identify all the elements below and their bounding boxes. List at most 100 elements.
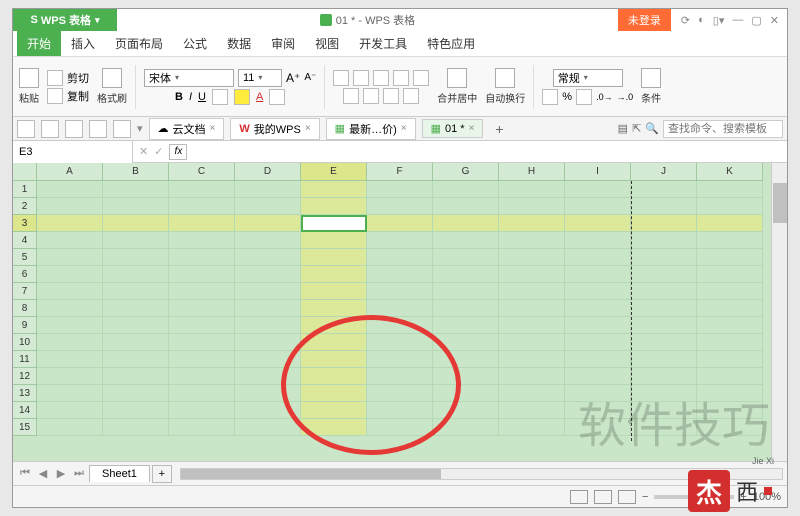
cell-F15[interactable] xyxy=(367,419,433,436)
cell-E4[interactable] xyxy=(301,232,367,249)
cell-J7[interactable] xyxy=(631,283,697,300)
login-button[interactable]: 未登录 xyxy=(618,9,671,31)
cell-D6[interactable] xyxy=(235,266,301,283)
cell-I11[interactable] xyxy=(565,351,631,368)
cell-G12[interactable] xyxy=(433,368,499,385)
row-header-13[interactable]: 13 xyxy=(13,385,37,402)
cell-H8[interactable] xyxy=(499,300,565,317)
cell-E14[interactable] xyxy=(301,402,367,419)
increase-font-button[interactable]: A⁺ xyxy=(286,71,300,85)
cell-F9[interactable] xyxy=(367,317,433,334)
col-header-B[interactable]: B xyxy=(103,163,169,181)
cell-D9[interactable] xyxy=(235,317,301,334)
cell-F5[interactable] xyxy=(367,249,433,266)
cell-C12[interactable] xyxy=(169,368,235,385)
doc-tab-current[interactable]: ▦01 *× xyxy=(422,119,484,138)
tab-insert[interactable]: 插入 xyxy=(61,31,105,56)
cell-D2[interactable] xyxy=(235,198,301,215)
help-dropdown-icon[interactable]: ▯▾ xyxy=(713,14,725,27)
accept-formula-button[interactable]: ✓ xyxy=(154,145,163,158)
cell-K15[interactable] xyxy=(697,419,763,436)
qat-overflow-icon[interactable]: ▾ xyxy=(137,122,143,135)
cell-K11[interactable] xyxy=(697,351,763,368)
cell-K5[interactable] xyxy=(697,249,763,266)
cell-B4[interactable] xyxy=(103,232,169,249)
cell-F4[interactable] xyxy=(367,232,433,249)
cell-E6[interactable] xyxy=(301,266,367,283)
cell-I9[interactable] xyxy=(565,317,631,334)
align-left-button[interactable] xyxy=(343,88,359,104)
cell-F13[interactable] xyxy=(367,385,433,402)
cell-K1[interactable] xyxy=(697,181,763,198)
cell-A13[interactable] xyxy=(37,385,103,402)
cell-G7[interactable] xyxy=(433,283,499,300)
cell-D4[interactable] xyxy=(235,232,301,249)
font-name-select[interactable]: 宋体▾ xyxy=(144,69,234,87)
cell-J9[interactable] xyxy=(631,317,697,334)
cell-H13[interactable] xyxy=(499,385,565,402)
sheet-nav-last[interactable]: ⏭ xyxy=(71,467,87,480)
tab-data[interactable]: 数据 xyxy=(217,31,261,56)
cell-F11[interactable] xyxy=(367,351,433,368)
cell-C7[interactable] xyxy=(169,283,235,300)
row-header-10[interactable]: 10 xyxy=(13,334,37,351)
cell-G8[interactable] xyxy=(433,300,499,317)
add-sheet-button[interactable]: + xyxy=(152,465,172,483)
cell-K14[interactable] xyxy=(697,402,763,419)
indent-right-button[interactable] xyxy=(413,70,429,86)
orientation-button[interactable] xyxy=(403,88,419,104)
cell-G13[interactable] xyxy=(433,385,499,402)
cell-J2[interactable] xyxy=(631,198,697,215)
cell-A3[interactable] xyxy=(37,215,103,232)
cell-A5[interactable] xyxy=(37,249,103,266)
theme-icon[interactable]: ◐ xyxy=(698,14,705,27)
cell-F3[interactable] xyxy=(367,215,433,232)
cell-E5[interactable] xyxy=(301,249,367,266)
align-bottom-button[interactable] xyxy=(373,70,389,86)
cell-B12[interactable] xyxy=(103,368,169,385)
zoom-out-button[interactable]: − xyxy=(642,491,648,503)
row-header-3[interactable]: 3 xyxy=(13,215,37,232)
cell-E8[interactable] xyxy=(301,300,367,317)
cell-A14[interactable] xyxy=(37,402,103,419)
cell-E9[interactable] xyxy=(301,317,367,334)
col-header-A[interactable]: A xyxy=(37,163,103,181)
cell-G4[interactable] xyxy=(433,232,499,249)
cell-C13[interactable] xyxy=(169,385,235,402)
cell-J11[interactable] xyxy=(631,351,697,368)
row-header-15[interactable]: 15 xyxy=(13,419,37,436)
copy-button[interactable]: 复制 xyxy=(67,88,89,104)
cell-C9[interactable] xyxy=(169,317,235,334)
cell-H15[interactable] xyxy=(499,419,565,436)
cell-H12[interactable] xyxy=(499,368,565,385)
cell-H9[interactable] xyxy=(499,317,565,334)
cell-D14[interactable] xyxy=(235,402,301,419)
cell-C14[interactable] xyxy=(169,402,235,419)
command-search-input[interactable] xyxy=(663,120,783,138)
cell-K13[interactable] xyxy=(697,385,763,402)
cell-E3[interactable] xyxy=(301,215,367,232)
cell-F8[interactable] xyxy=(367,300,433,317)
close-icon[interactable]: × xyxy=(305,123,311,134)
cell-H6[interactable] xyxy=(499,266,565,283)
cell-I15[interactable] xyxy=(565,419,631,436)
cell-H3[interactable] xyxy=(499,215,565,232)
close-icon[interactable]: × xyxy=(469,123,475,134)
preview-button[interactable] xyxy=(65,120,83,138)
cell-J15[interactable] xyxy=(631,419,697,436)
col-header-F[interactable]: F xyxy=(367,163,433,181)
formula-input[interactable] xyxy=(193,142,787,162)
row-header-5[interactable]: 5 xyxy=(13,249,37,266)
cell-I12[interactable] xyxy=(565,368,631,385)
cell-E2[interactable] xyxy=(301,198,367,215)
cell-D8[interactable] xyxy=(235,300,301,317)
cell-D15[interactable] xyxy=(235,419,301,436)
tab-apps[interactable]: 特色应用 xyxy=(417,31,485,56)
cell-I7[interactable] xyxy=(565,283,631,300)
close-button[interactable]: ✕ xyxy=(770,14,779,27)
cell-E13[interactable] xyxy=(301,385,367,402)
comma-button[interactable] xyxy=(576,89,592,105)
dec-dec-button[interactable]: →.0 xyxy=(617,92,634,102)
cell-B15[interactable] xyxy=(103,419,169,436)
cell-J14[interactable] xyxy=(631,402,697,419)
